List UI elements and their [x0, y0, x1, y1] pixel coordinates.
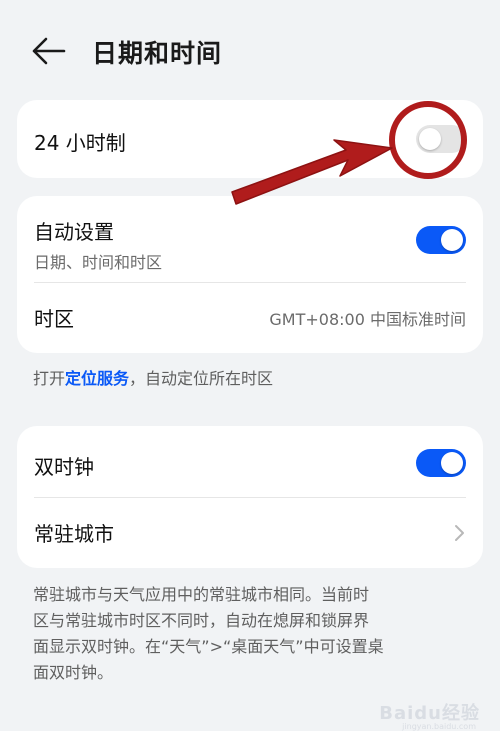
location-service-link[interactable]: 定位服务: [65, 369, 129, 388]
auto-settings-row[interactable]: 自动设置 日期、时间和时区: [17, 196, 483, 282]
dual-clock-note-line: 常驻城市与天气应用中的常驻城市相同。当前时: [33, 585, 370, 604]
resident-city-row[interactable]: 常驻城市: [17, 498, 483, 568]
dual-clock-toggle[interactable]: [416, 449, 466, 477]
datetime-card: 自动设置 日期、时间和时区 时区 GMT+08:00 中国标准时间: [17, 196, 483, 353]
hour24-toggle[interactable]: [416, 125, 466, 153]
dual-clock-note-line: 面双时钟。: [33, 663, 114, 682]
location-note-suffix: ，自动定位所在时区: [129, 369, 274, 388]
dual-clock-label: 双时钟: [34, 455, 94, 479]
dual-clock-note-line: 面显示双时钟。在“天气”>“桌面天气”中可设置桌: [33, 637, 384, 656]
dual-clock-note: 常驻城市与天气应用中的常驻城市相同。当前时 区与常驻城市时区不同时，自动在熄屏和…: [33, 582, 384, 686]
dual-clock-note-line: 区与常驻城市时区不同时，自动在熄屏和锁屏界: [33, 611, 370, 630]
auto-settings-sublabel: 日期、时间和时区: [34, 253, 163, 272]
app-header: 日期和时间: [0, 0, 500, 100]
toggle-knob: [441, 452, 463, 474]
watermark-url: jingyan.baidu.com: [402, 722, 476, 731]
hour24-label: 24 小时制: [34, 131, 126, 155]
resident-city-label: 常驻城市: [34, 522, 114, 546]
hour24-card: 24 小时制: [17, 100, 483, 178]
hour24-row[interactable]: 24 小时制: [17, 100, 483, 178]
chevron-right-icon: [452, 523, 466, 543]
auto-settings-label: 自动设置: [34, 220, 114, 244]
location-note: 打开定位服务，自动定位所在时区: [33, 366, 273, 392]
page-title: 日期和时间: [92, 39, 223, 68]
toggle-knob: [419, 128, 441, 150]
dual-clock-card: 双时钟 常驻城市: [17, 426, 483, 568]
timezone-label: 时区: [34, 307, 74, 331]
timezone-value: GMT+08:00 中国标准时间: [269, 310, 466, 329]
toggle-knob: [441, 229, 463, 251]
back-arrow-icon[interactable]: [30, 34, 70, 68]
timezone-row[interactable]: 时区 GMT+08:00 中国标准时间: [17, 283, 483, 353]
dual-clock-row[interactable]: 双时钟: [17, 426, 483, 497]
location-note-prefix: 打开: [33, 369, 66, 388]
auto-settings-toggle[interactable]: [416, 226, 466, 254]
